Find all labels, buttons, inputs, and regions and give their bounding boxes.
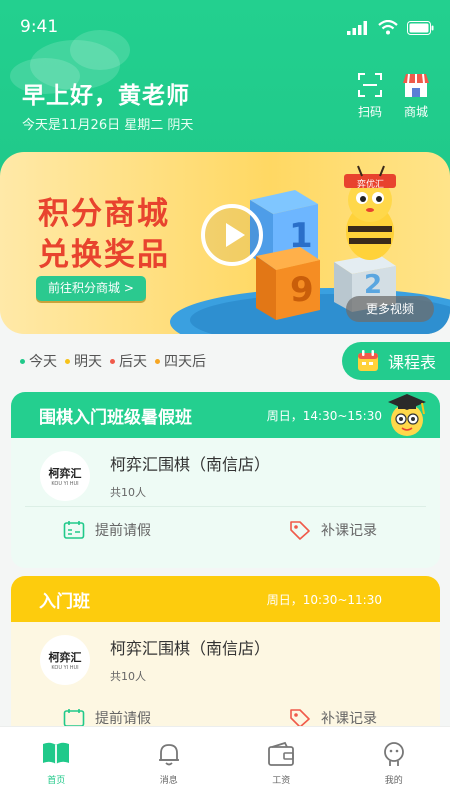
cube-digit: 1 — [289, 216, 313, 256]
org-name: 柯弈汇围棋（南信店） — [110, 639, 271, 658]
calendar-leave-icon — [63, 709, 85, 727]
shop-button[interactable]: 商城 — [396, 72, 436, 120]
play-icon — [226, 223, 245, 247]
class-card[interactable]: 入门班 周日，10:30~11:30 柯弈汇 KOU YI HUI 柯弈汇围棋（… — [11, 576, 440, 746]
go-to-points-mall-button[interactable]: 前往积分商城 > — [36, 276, 146, 301]
status-time: 9:41 — [20, 17, 59, 37]
makeup-record-button[interactable]: 补课记录 — [289, 520, 377, 540]
tab-profile[interactable]: 我的 — [338, 727, 450, 800]
wifi-icon — [378, 20, 398, 35]
tab-salary-label: 工资 — [272, 776, 291, 786]
schedule-label: 课程表 — [388, 353, 437, 372]
class-card-header: 入门班 周日，10:30~11:30 — [11, 576, 440, 622]
makeup-record-label: 补课记录 — [321, 523, 377, 539]
calendar-leave-icon — [63, 521, 85, 539]
tag-icon — [290, 521, 310, 540]
signal-icon — [347, 20, 367, 35]
tab-messages[interactable]: 消息 — [113, 727, 226, 800]
org-logo: 柯弈汇 KOU YI HUI — [40, 635, 90, 685]
divider — [25, 506, 426, 507]
wallet-icon — [268, 741, 295, 766]
more-videos-button[interactable]: 更多视频 — [346, 296, 434, 322]
banner-title-line2: 兑换奖品 — [38, 237, 170, 273]
cube-digit: 9 — [290, 270, 314, 310]
student-count: 共10人 — [110, 486, 146, 499]
scan-button[interactable]: 扫码 — [350, 72, 390, 120]
legend-today: 今天 — [20, 351, 57, 371]
schedule-button[interactable]: 课程表 — [342, 342, 450, 380]
class-card-header: 围棋入门班级暑假班 周日，14:30~15:30 — [11, 392, 440, 438]
makeup-record-button[interactable]: 补课记录 — [289, 708, 377, 728]
scan-label: 扫码 — [357, 105, 382, 119]
tab-home[interactable]: 首页 — [0, 727, 113, 800]
org-name: 柯弈汇围棋（南信店） — [110, 455, 271, 474]
legend-day-after: 后天 — [110, 351, 147, 371]
store-icon — [403, 73, 429, 97]
bottom-tab-bar: 首页 消息 工资 我的 — [0, 726, 450, 800]
tab-home-label: 首页 — [47, 776, 66, 786]
shop-label: 商城 — [403, 105, 428, 119]
makeup-record-label: 补课记录 — [321, 711, 377, 727]
date-weather: 今天是11月26日 星期二 阴天 — [22, 118, 194, 133]
class-time: 周日，10:30~11:30 — [266, 592, 382, 607]
legend-tomorrow: 明天 — [65, 351, 102, 371]
play-video-button[interactable] — [201, 204, 263, 266]
request-leave-label: 提前请假 — [95, 523, 151, 539]
request-leave-label: 提前请假 — [95, 711, 151, 727]
profile-icon — [383, 742, 404, 766]
greeting: 早上好，黄老师 — [22, 83, 190, 109]
class-card[interactable]: 围棋入门班级暑假班 周日，14:30~15:30 柯弈汇 KOU YI HUI … — [11, 392, 440, 568]
day-legend: 今天 明天 后天 四天后 — [20, 351, 206, 371]
tab-messages-label: 消息 — [159, 776, 178, 786]
points-mall-banner[interactable]: 积分商城 兑换奖品 前往积分商城 > 弈优汇 1 9 2 更多视频 — [0, 152, 450, 334]
tab-profile-label: 我的 — [384, 776, 403, 786]
request-leave-button[interactable]: 提前请假 — [63, 708, 151, 728]
book-icon — [43, 742, 70, 764]
scan-icon — [358, 73, 382, 97]
calendar-icon — [358, 350, 378, 371]
legend-four-days: 四天后 — [155, 351, 206, 371]
mascot-badge-text: 弈优汇 — [357, 180, 385, 190]
battery-icon — [407, 20, 434, 35]
status-bar: 9:41 — [0, 0, 450, 56]
tag-icon — [290, 709, 310, 728]
org-logo: 柯弈汇 KOU YI HUI — [40, 451, 90, 501]
class-time: 周日，14:30~15:30 — [266, 408, 382, 423]
bell-icon — [158, 744, 179, 766]
class-title: 入门班 — [39, 591, 90, 612]
request-leave-button[interactable]: 提前请假 — [63, 520, 151, 540]
student-count: 共10人 — [110, 670, 146, 683]
tab-salary[interactable]: 工资 — [225, 727, 338, 800]
teacher-mascot — [388, 394, 426, 436]
banner-title-line1: 积分商城 — [38, 196, 170, 232]
class-title: 围棋入门班级暑假班 — [39, 407, 192, 428]
